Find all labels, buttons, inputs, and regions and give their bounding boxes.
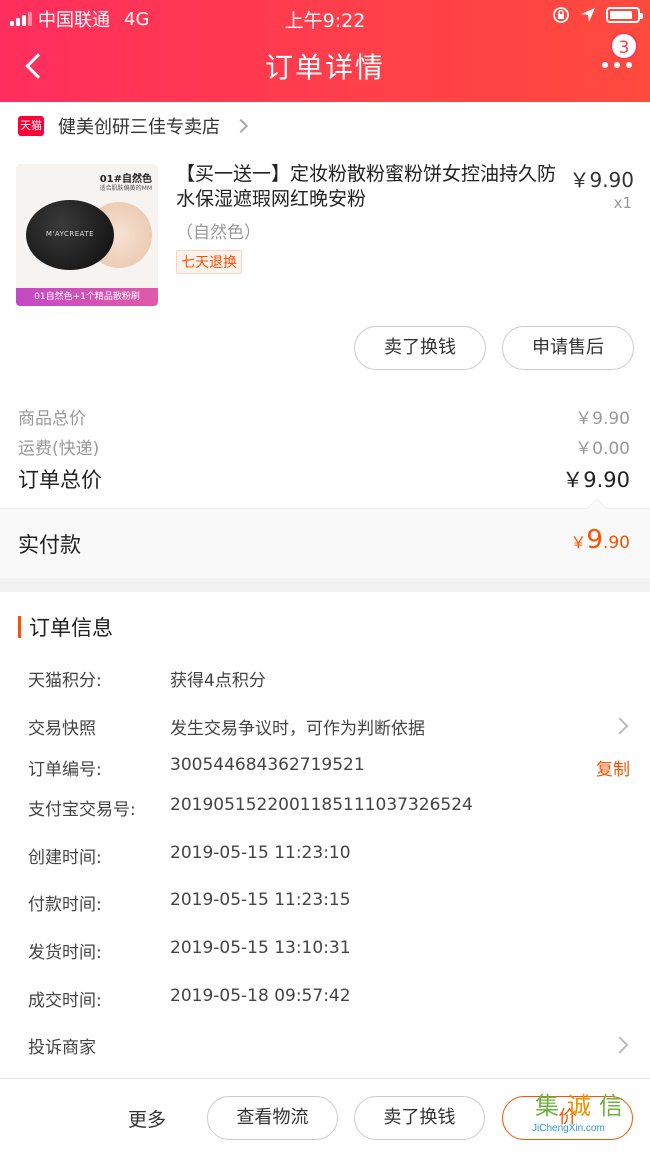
watermark-char: 信 — [599, 1092, 623, 1120]
order-card: 天猫 健美创研三佳专卖店 01#自然色 适合肌肤偏黄的MM M'AYCREATE… — [0, 102, 650, 578]
order-total-row: 订单总价 ￥9.90 — [18, 464, 630, 494]
after-sale-button[interactable]: 申请售后 — [502, 326, 634, 370]
info-key: 交易快照 — [28, 719, 96, 739]
bottom-action-bar: 更多 查看物流 卖了换钱 价 集 诚 信 JiChengXin.com — [0, 1078, 650, 1155]
shipping-row: 运费(快递) ￥0.00 — [18, 434, 630, 459]
shop-name: 健美创研三佳专卖店 — [58, 117, 220, 138]
caret-up-icon — [587, 498, 607, 518]
info-key: 投诉商家 — [28, 1038, 96, 1058]
battery-icon — [606, 7, 643, 23]
message-badge[interactable]: 3 — [610, 32, 638, 60]
goods-total-value: ￥9.90 — [575, 409, 630, 429]
location-icon — [581, 8, 595, 22]
order-info-heading: 订单信息 — [18, 612, 113, 642]
paid-decimal: .90 — [602, 533, 630, 553]
site-watermark: 集 诚 信 JiChengXin.com — [532, 1091, 636, 1137]
more-dots-icon — [602, 62, 608, 68]
info-key: 创建时间: — [28, 848, 102, 868]
info-key: 支付宝交易号: — [28, 800, 136, 820]
compact-case-graphic: M'AYCREATE — [26, 200, 114, 270]
info-key: 成交时间: — [28, 991, 102, 1011]
order-info-title: 订单信息 — [29, 616, 113, 640]
more-actions-button[interactable]: 更多 — [128, 1105, 166, 1132]
info-key: 发货时间: — [28, 943, 102, 963]
info-row-complaint[interactable]: 投诉商家 — [28, 1033, 632, 1063]
shipping-label: 运费(快递) — [18, 439, 100, 459]
product-title[interactable]: 【买一送一】定妆粉散粉蜜粉饼女控油持久防水保湿遮瑕网红晚安粉 — [176, 162, 556, 212]
paid-currency: ￥ — [570, 533, 587, 552]
info-key: 订单编号: — [28, 760, 102, 780]
info-row-paid: 付款时间: 2019-05-15 11:23:15 — [28, 890, 632, 920]
header: 中国联通 4G 上午9:22 订单详情 3 — [0, 0, 650, 102]
product-quantity: x1 — [613, 194, 632, 212]
tmall-logo-icon: 天猫 — [18, 116, 44, 136]
product-image-footer: 01自然色+1个精品散粉刷 — [16, 288, 158, 306]
info-value: 发生交易争议时，可作为判断依据 — [170, 719, 425, 739]
product-variant: （自然色） — [176, 223, 261, 243]
chevron-right-icon — [233, 118, 249, 134]
info-value: 2019-05-18 09:57:42 — [170, 986, 351, 1006]
info-row-created: 创建时间: 2019-05-15 11:23:10 — [28, 843, 632, 873]
info-row-snapshot[interactable]: 交易快照 发生交易争议时，可作为判断依据 — [28, 714, 632, 744]
info-key: 付款时间: — [28, 895, 102, 915]
product-image-sublabel: 适合肌肤偏黄的MM — [99, 185, 152, 192]
info-value: 2019051522001185111037326524 — [170, 795, 473, 815]
return-policy-tag: 七天退换 — [176, 250, 242, 274]
product-image[interactable]: 01#自然色 适合肌肤偏黄的MM M'AYCREATE 01自然色+1个精品散粉… — [16, 164, 158, 306]
info-value: 获得4点积分 — [170, 671, 266, 691]
copy-order-number-button[interactable]: 复制 — [596, 755, 630, 780]
order-total-value: ￥9.90 — [562, 468, 630, 492]
info-row-alipay-number: 支付宝交易号: 2019051522001185111037326524 — [28, 795, 632, 825]
shop-link[interactable]: 天猫 健美创研三佳专卖店 — [18, 108, 249, 144]
goods-total-label: 商品总价 — [18, 409, 86, 429]
info-value: 300544684362719521 — [170, 755, 365, 775]
heading-accent-bar — [18, 616, 21, 638]
info-value: 2019-05-15 13:10:31 — [170, 938, 351, 958]
product-brand-text: M'AYCREATE — [45, 230, 95, 238]
order-info-section: 订单信息 天猫积分: 获得4点积分 交易快照 发生交易争议时，可作为判断依据 订… — [0, 592, 650, 1078]
paid-label: 实付款 — [18, 533, 81, 557]
rotation-lock-icon — [553, 7, 569, 23]
watermark-char: 诚 — [567, 1092, 591, 1120]
view-logistics-button[interactable]: 查看物流 — [207, 1096, 338, 1140]
goods-total-row: 商品总价 ￥9.90 — [18, 404, 630, 429]
info-row-points: 天猫积分: 获得4点积分 — [28, 666, 632, 696]
paid-integer: 9 — [586, 525, 603, 555]
info-row-order-number: 订单编号: 300544684362719521 复制 — [28, 755, 632, 785]
page-title: 订单详情 — [264, 51, 385, 84]
watermark-url: JiChengXin.com — [532, 1123, 605, 1134]
chevron-right-icon — [611, 1036, 629, 1054]
sell-button-bottom[interactable]: 卖了换钱 — [354, 1096, 485, 1140]
chevron-right-icon — [611, 717, 629, 735]
more-menu-button[interactable] — [602, 60, 632, 70]
watermark-logo: 集 诚 信 — [532, 1091, 626, 1121]
sell-button[interactable]: 卖了换钱 — [354, 326, 486, 370]
watermark-char: 集 — [535, 1092, 559, 1120]
paid-amount: ￥9.90 — [570, 525, 630, 555]
info-row-completed: 成交时间: 2019-05-18 09:57:42 — [28, 986, 632, 1016]
info-row-shipped: 发货时间: 2019-05-15 13:10:31 — [28, 938, 632, 968]
shipping-value: ￥0.00 — [575, 439, 630, 459]
order-total-label: 订单总价 — [18, 468, 102, 492]
product-price: ￥9.90 — [569, 168, 634, 192]
info-value: 2019-05-15 11:23:10 — [170, 843, 351, 863]
paid-amount-row: 实付款 ￥9.90 — [0, 498, 650, 578]
info-value: 2019-05-15 11:23:15 — [170, 890, 351, 910]
status-bar: 中国联通 4G 上午9:22 — [0, 0, 650, 34]
info-key: 天猫积分: — [28, 671, 102, 691]
